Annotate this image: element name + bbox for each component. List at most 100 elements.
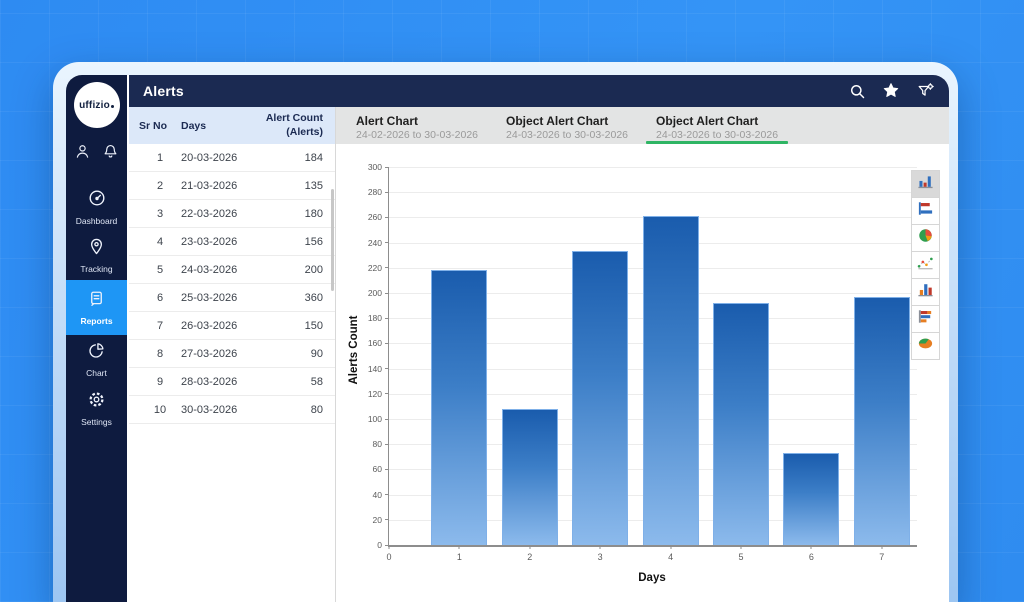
sidebar-item-reports[interactable]: Reports [66, 280, 127, 335]
chart-tab-1[interactable]: Alert Chart24-02-2026 to 30-03-2026 [342, 107, 492, 144]
tab-title: Object Alert Chart [506, 114, 628, 128]
notifications-icon[interactable] [102, 143, 119, 160]
x-tick-label: 6 [809, 552, 814, 562]
row-srno: 2 [139, 180, 181, 192]
x-tick-label: 5 [738, 552, 743, 562]
y-tick-label: 80 [373, 439, 382, 449]
table-row[interactable]: 120-03-2026184 [129, 144, 335, 172]
y-axis-tick: 80 [373, 439, 389, 449]
y-tick-mark [385, 293, 389, 294]
tab-title: Object Alert Chart [656, 114, 778, 128]
chart-type-pie-chart-button[interactable] [911, 224, 940, 252]
table-row[interactable]: 322-03-2026180 [129, 200, 335, 228]
user-icon[interactable] [74, 143, 91, 160]
table-header-row: Sr No Days Alert Count (Alerts) [129, 107, 335, 144]
x-axis-tick: 3 [598, 545, 603, 562]
chart-type-toolbar [911, 170, 940, 360]
x-axis-tick: 6 [809, 545, 814, 562]
reports-icon [87, 289, 106, 313]
favorite-icon[interactable] [882, 82, 900, 100]
table-row[interactable]: 1030-03-202680 [129, 396, 335, 424]
row-days: 28-03-2026 [181, 376, 249, 388]
y-tick-mark [385, 469, 389, 470]
x-axis-label: Days [388, 572, 916, 584]
table-row[interactable]: 423-03-2026156 [129, 228, 335, 256]
table-row[interactable]: 221-03-2026135 [129, 172, 335, 200]
row-alert-count: 180 [249, 208, 323, 220]
hbar-chart-icon [916, 200, 935, 222]
table-row[interactable]: 625-03-2026360 [129, 284, 335, 312]
y-axis-tick: 60 [373, 464, 389, 474]
table-body: 120-03-2026184221-03-2026135322-03-20261… [129, 144, 335, 424]
row-days: 27-03-2026 [181, 348, 249, 360]
page-body: Sr No Days Alert Count (Alerts) 120-03-2… [129, 107, 949, 602]
bar-day-5 [713, 303, 769, 545]
sidebar-item-dashboard[interactable]: Dashboard [66, 182, 127, 231]
y-tick-label: 200 [368, 288, 382, 298]
table-row[interactable]: 524-03-2026200 [129, 256, 335, 284]
y-tick-label: 40 [373, 490, 382, 500]
chart-type-column-chart-button[interactable] [911, 170, 940, 198]
table-scrollbar-thumb[interactable] [331, 189, 334, 291]
sidebar-item-settings[interactable]: Settings [66, 384, 127, 433]
chart-type-donut-chart-button[interactable] [911, 332, 940, 360]
x-tick-label: 2 [527, 552, 532, 562]
column-chart-icon [916, 173, 935, 195]
donut-chart-icon [916, 335, 935, 357]
chart-icon [87, 341, 106, 365]
chart-type-column-chart-alt-button[interactable] [911, 278, 940, 306]
table-row[interactable]: 827-03-202690 [129, 340, 335, 368]
filter-settings-icon[interactable] [916, 82, 935, 100]
row-days: 20-03-2026 [181, 152, 249, 164]
y-tick-mark [385, 217, 389, 218]
row-days: 22-03-2026 [181, 208, 249, 220]
search-icon[interactable] [849, 83, 866, 100]
chart-region: Alerts Count 020406080100120140160180200… [336, 144, 949, 602]
sidebar-item-chart[interactable]: Chart [66, 335, 127, 384]
settings-icon [87, 390, 106, 414]
y-tick-mark [385, 393, 389, 394]
x-tick-mark [740, 545, 741, 549]
y-tick-label: 180 [368, 313, 382, 323]
tab-title: Alert Chart [356, 114, 478, 128]
sidebar-item-tracking[interactable]: Tracking [66, 231, 127, 280]
y-tick-label: 100 [368, 414, 382, 424]
row-days: 26-03-2026 [181, 320, 249, 332]
x-tick-label: 0 [386, 552, 391, 562]
chart-tab-3[interactable]: Object Alert Chart24-03-2026 to 30-03-20… [642, 107, 792, 144]
row-srno: 7 [139, 320, 181, 332]
desktop-background: uffizio DashboardTrackingReportsChartSet… [0, 0, 1024, 602]
y-tick-label: 240 [368, 238, 382, 248]
column-header-days: Days [181, 120, 249, 132]
y-axis-tick: 140 [368, 364, 389, 374]
tab-date-range: 24-03-2026 to 30-03-2026 [656, 129, 778, 141]
row-srno: 6 [139, 292, 181, 304]
chart-type-stacked-bar-button[interactable] [911, 305, 940, 333]
row-alert-count: 360 [249, 292, 323, 304]
y-tick-mark [385, 368, 389, 369]
x-tick-mark [600, 545, 601, 549]
table-row[interactable]: 928-03-202658 [129, 368, 335, 396]
row-days: 23-03-2026 [181, 236, 249, 248]
chart-tab-2[interactable]: Object Alert Chart24-03-2026 to 30-03-20… [492, 107, 642, 144]
table-row[interactable]: 726-03-2026150 [129, 312, 335, 340]
app-logo-dot [111, 105, 114, 108]
x-axis-tick: 2 [527, 545, 532, 562]
row-srno: 4 [139, 236, 181, 248]
x-tick-mark [881, 545, 882, 549]
stacked-bar-icon [916, 308, 935, 330]
y-tick-label: 300 [368, 162, 382, 172]
y-axis-tick: 280 [368, 187, 389, 197]
scatter-chart-icon [916, 254, 935, 276]
sidebar-item-label: Dashboard [76, 216, 118, 226]
tab-date-range: 24-03-2026 to 30-03-2026 [506, 129, 628, 141]
chart-type-hbar-chart-button[interactable] [911, 197, 940, 225]
row-alert-count: 58 [249, 376, 323, 388]
row-days: 24-03-2026 [181, 264, 249, 276]
y-axis-tick: 20 [373, 515, 389, 525]
bar-chart-plot: 0204060801001201401601802002202402602803… [388, 167, 917, 547]
x-tick-label: 3 [598, 552, 603, 562]
y-axis-tick: 220 [368, 263, 389, 273]
row-srno: 10 [139, 404, 181, 416]
chart-type-scatter-chart-button[interactable] [911, 251, 940, 279]
